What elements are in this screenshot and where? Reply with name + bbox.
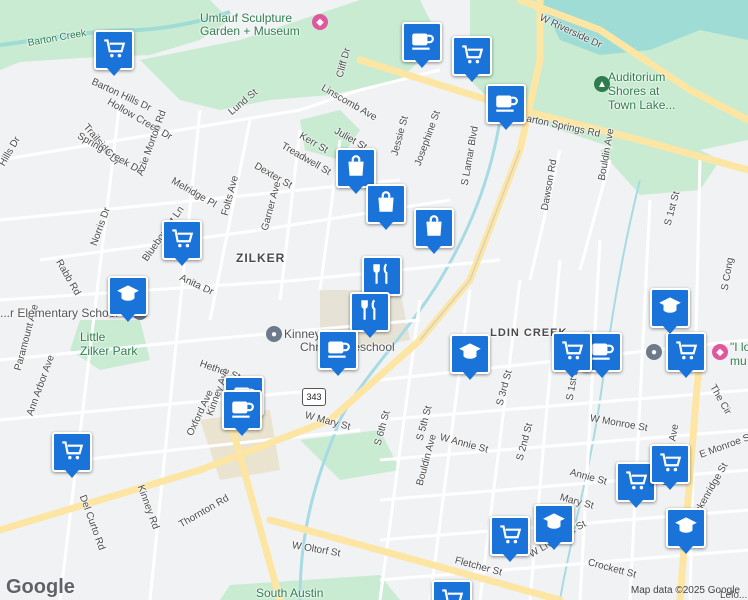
school-icon [457, 339, 483, 370]
restaurant-icon [357, 297, 383, 328]
grocery-marker[interactable] [432, 580, 472, 600]
grocery-marker[interactable] [490, 516, 530, 562]
grocery-marker[interactable] [650, 444, 690, 490]
shopping-marker[interactable] [414, 208, 454, 254]
grocery-marker[interactable] [666, 332, 706, 378]
little-zilker-label: Little Zilker Park [80, 330, 138, 358]
shopping-icon [373, 189, 399, 220]
grocery-icon [101, 35, 127, 66]
restaurant-icon [369, 261, 395, 292]
coffee-icon [409, 27, 435, 58]
school-poi-icon[interactable]: ● [646, 344, 662, 360]
coffee-icon [589, 337, 615, 368]
grocery-icon [59, 437, 85, 468]
grocery-icon [559, 337, 585, 368]
map-canvas[interactable]: Barton Creek Barton Hills Dr Hollow Cree… [0, 0, 748, 600]
school-marker[interactable] [534, 504, 574, 550]
elementary-label: ...r Elementary School [0, 306, 119, 320]
grocery-marker[interactable] [94, 30, 134, 76]
grocery-icon [439, 585, 465, 600]
grocery-marker[interactable] [552, 332, 592, 378]
coffee-marker[interactable] [486, 84, 526, 130]
coffee-marker[interactable] [402, 22, 442, 68]
museum-icon[interactable]: ◆ [712, 344, 728, 360]
park-icon[interactable]: ▲ [594, 76, 610, 92]
restaurant-marker[interactable] [350, 292, 390, 338]
coffee-icon [493, 89, 519, 120]
museum-icon[interactable]: ◆ [312, 14, 328, 30]
grocery-icon [623, 467, 649, 498]
auditorium-label: Auditorium Shores at Town Lake... [608, 70, 676, 112]
restaurant-marker[interactable] [362, 256, 402, 302]
google-logo: Google [6, 576, 75, 598]
shopping-icon [343, 153, 369, 184]
school-marker[interactable] [650, 288, 690, 334]
coffee-marker[interactable] [318, 330, 358, 376]
south-austin-label: South Austin [256, 586, 324, 600]
coffee-icon [229, 395, 255, 426]
school-marker[interactable] [450, 334, 490, 380]
school-icon [541, 509, 567, 540]
grocery-marker[interactable] [162, 220, 202, 266]
grocery-icon [673, 337, 699, 368]
church-icon[interactable]: ● [266, 326, 282, 342]
grocery-icon [459, 41, 485, 72]
school-marker[interactable] [666, 508, 706, 554]
shopping-icon [421, 213, 447, 244]
shopping-marker[interactable] [336, 148, 376, 194]
coffee-icon [325, 335, 351, 366]
school-icon [657, 293, 683, 324]
school-icon [115, 281, 141, 312]
shopping-marker[interactable] [366, 184, 406, 230]
grocery-marker[interactable] [52, 432, 92, 478]
grocery-marker[interactable] [452, 36, 492, 82]
grocery-icon [497, 521, 523, 552]
school-icon [673, 513, 699, 544]
district-label: ZILKER [236, 251, 286, 265]
coffee-marker[interactable] [222, 390, 262, 436]
route-shield: 343 [302, 388, 326, 406]
school-marker[interactable] [108, 276, 148, 322]
map-attribution[interactable]: Map data ©2025 Google [631, 585, 740, 596]
i-love-label: "I lo mu [730, 340, 748, 368]
umlauf-label: Umlauf Sculpture Garden + Museum [200, 11, 300, 38]
grocery-icon [657, 449, 683, 480]
grocery-icon [169, 225, 195, 256]
